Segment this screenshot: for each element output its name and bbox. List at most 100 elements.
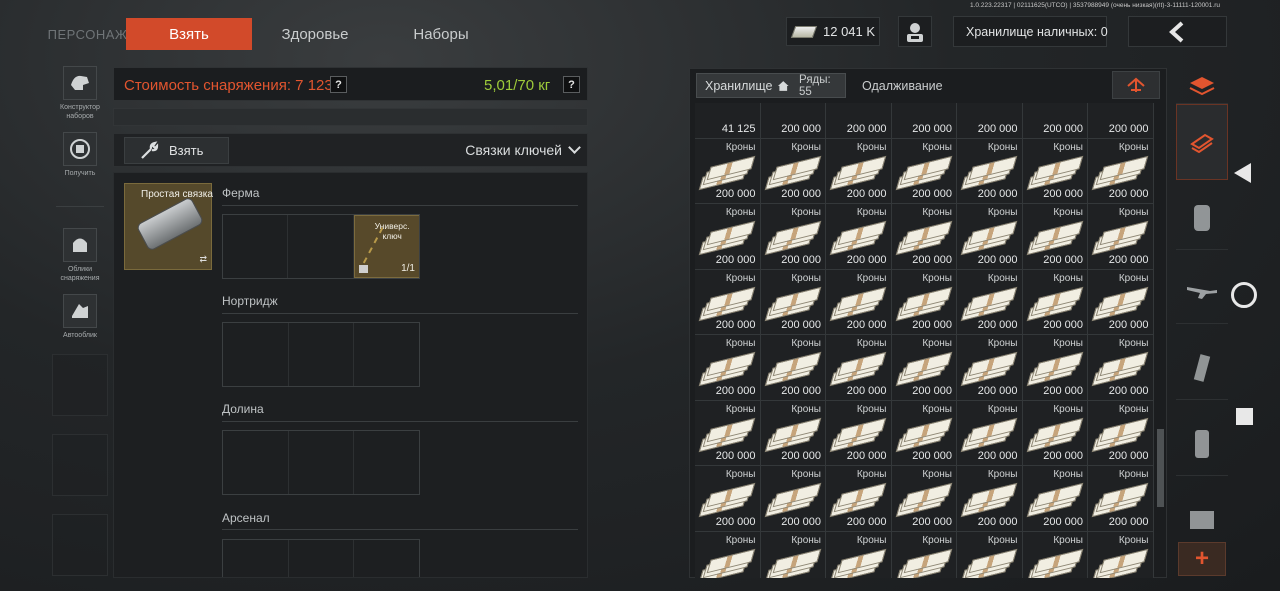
key-slot[interactable]	[289, 431, 355, 494]
storage-cell-crowns[interactable]: Кроны200 000	[1088, 400, 1154, 466]
weight-help-button[interactable]: ?	[563, 76, 580, 93]
storage-cell-crowns[interactable]: Кроны200 000	[695, 138, 761, 204]
storage-cell-crowns[interactable]: Кроны200 000	[760, 138, 826, 204]
storage-cell-crowns[interactable]: Кроны200 000	[1088, 335, 1154, 401]
storage-cell-crowns[interactable]: Кроны200 000	[760, 531, 826, 578]
tab-kits[interactable]: Наборы	[378, 18, 504, 50]
storage-cell-crowns[interactable]: Кроны200 000	[760, 269, 826, 335]
storage-cell-crowns[interactable]: Кроны200 000	[695, 400, 761, 466]
key-slot[interactable]	[354, 323, 419, 386]
storage-cell-crowns[interactable]: Кроны200 000	[826, 335, 892, 401]
rail-receive[interactable]: Получить	[50, 132, 110, 178]
storage-cell-crowns[interactable]: Кроны200 000	[826, 138, 892, 204]
rail-auto-skin[interactable]: Автооблик	[50, 294, 110, 340]
trader-button[interactable]	[898, 16, 932, 47]
key-slot[interactable]	[288, 215, 354, 278]
storage-cell-crowns[interactable]: 200 000	[1022, 103, 1088, 139]
tab-health[interactable]: Здоровье	[252, 18, 378, 50]
storage-cell-crowns[interactable]: Кроны200 000	[891, 138, 957, 204]
storage-cell-crowns[interactable]: Кроны200 000	[957, 204, 1023, 270]
tab-take[interactable]: Взять	[126, 18, 252, 50]
tab-character[interactable]: ПЕРСОНАЖ	[48, 18, 127, 50]
rail-gear-skins[interactable]: Облики снаряжения	[50, 228, 110, 283]
key-slot[interactable]	[289, 323, 355, 386]
sort-button[interactable]	[1112, 71, 1160, 99]
key-slot[interactable]	[223, 431, 289, 494]
back-button[interactable]	[1128, 16, 1227, 47]
cash-storage-button[interactable]: Хранилище наличных: 0	[953, 16, 1108, 47]
storage-cell-crowns[interactable]: Кроны200 000	[826, 531, 892, 578]
storage-cell-crowns[interactable]: Кроны200 000	[826, 400, 892, 466]
take-button[interactable]: Взять	[124, 137, 229, 164]
storage-cell-crowns[interactable]: Кроны200 000	[695, 335, 761, 401]
storage-cell-crowns[interactable]: Кроны200 000	[1088, 531, 1154, 578]
storage-cell-crowns[interactable]: Кроны200 000	[1088, 269, 1154, 335]
tab-borrow[interactable]: Одалживание	[862, 73, 943, 98]
storage-cell-crowns[interactable]: Кроны200 000	[957, 466, 1023, 532]
storage-cell-crowns[interactable]: 200 000	[957, 103, 1023, 139]
storage-cell-crowns[interactable]: Кроны200 000	[1022, 335, 1088, 401]
storage-cell-crowns[interactable]: 200 000	[891, 103, 957, 139]
category-medical[interactable]	[1176, 412, 1228, 476]
keychain-item[interactable]: Простая связка ⇄	[124, 183, 213, 270]
key-slot[interactable]	[223, 323, 289, 386]
android-back-icon[interactable]	[1234, 163, 1251, 183]
storage-cell-crowns[interactable]: 200 000	[760, 103, 826, 139]
storage-cell-crowns[interactable]: Кроны200 000	[1022, 204, 1088, 270]
storage-cell-crowns[interactable]: Кроны200 000	[1088, 204, 1154, 270]
storage-cell-crowns[interactable]: 200 000	[826, 103, 892, 139]
storage-cell-crowns[interactable]: 41 125	[695, 103, 761, 139]
storage-cell-crowns[interactable]: Кроны200 000	[891, 204, 957, 270]
category-armor[interactable]	[1176, 186, 1228, 250]
storage-cell-crowns[interactable]: Кроны200 000	[826, 204, 892, 270]
cost-help-button[interactable]: ?	[330, 76, 347, 93]
storage-cell-crowns[interactable]: Кроны200 000	[695, 531, 761, 578]
add-button[interactable]: +	[1178, 542, 1226, 576]
storage-cell-crowns[interactable]: Кроны200 000	[957, 531, 1023, 578]
android-home-icon[interactable]	[1231, 282, 1257, 308]
storage-cell-crowns[interactable]: Кроны200 000	[826, 269, 892, 335]
rail-kit-builder[interactable]: Конструктор наборов	[50, 66, 110, 121]
android-recents-icon[interactable]	[1236, 408, 1253, 425]
storage-cell-crowns[interactable]: Кроны200 000	[760, 400, 826, 466]
key-slot[interactable]	[289, 540, 355, 577]
storage-cell-crowns[interactable]: Кроны200 000	[891, 400, 957, 466]
category-select[interactable]: Связки ключей	[465, 141, 581, 158]
key-slot[interactable]	[354, 540, 419, 577]
storage-cell-crowns[interactable]: Кроны200 000	[891, 531, 957, 578]
storage-cell-crowns[interactable]: Кроны200 000	[957, 400, 1023, 466]
category-money[interactable]	[1176, 104, 1228, 180]
storage-cell-crowns[interactable]: Кроны200 000	[957, 269, 1023, 335]
storage-cell-crowns[interactable]: Кроны200 000	[891, 335, 957, 401]
storage-cell-crowns[interactable]: Кроны200 000	[760, 466, 826, 532]
cell-amount: 200 000	[1108, 450, 1149, 462]
storage-cell-crowns[interactable]: Кроны200 000	[695, 204, 761, 270]
key-slot[interactable]	[354, 431, 419, 494]
storage-cell-crowns[interactable]: Кроны200 000	[1022, 138, 1088, 204]
storage-scrollbar[interactable]	[1157, 429, 1164, 507]
storage-cell-crowns[interactable]: Кроны200 000	[1022, 531, 1088, 578]
storage-cell-crowns[interactable]: Кроны200 000	[957, 138, 1023, 204]
storage-cell-crowns[interactable]: Кроны200 000	[1088, 138, 1154, 204]
key-slot[interactable]	[223, 540, 289, 577]
key-slot-universal-key[interactable]: Универс. ключ 1/1	[353, 215, 419, 278]
category-weapons[interactable]	[1176, 260, 1228, 324]
storage-cell-crowns[interactable]: Кроны200 000	[957, 335, 1023, 401]
key-slot[interactable]	[223, 215, 289, 278]
storage-cell-crowns[interactable]: Кроны200 000	[826, 466, 892, 532]
storage-cell-crowns[interactable]: Кроны200 000	[891, 466, 957, 532]
category-magazines[interactable]	[1176, 336, 1228, 400]
cell-amount: 200 000	[1108, 319, 1149, 331]
storage-cell-crowns[interactable]: Кроны200 000	[1022, 400, 1088, 466]
storage-cell-crowns[interactable]: Кроны200 000	[1088, 466, 1154, 532]
storage-cell-crowns[interactable]: 200 000	[1088, 103, 1154, 139]
storage-cell-crowns[interactable]: Кроны200 000	[695, 269, 761, 335]
storage-cell-crowns[interactable]: Кроны200 000	[695, 466, 761, 532]
category-all[interactable]	[1176, 68, 1228, 104]
storage-cell-crowns[interactable]: Кроны200 000	[1022, 466, 1088, 532]
storage-cell-crowns[interactable]: Кроны200 000	[1022, 269, 1088, 335]
storage-cell-crowns[interactable]: Кроны200 000	[891, 269, 957, 335]
storage-cell-crowns[interactable]: Кроны200 000	[760, 335, 826, 401]
tab-storage[interactable]: Хранилище Ряды: 55	[696, 73, 846, 98]
storage-cell-crowns[interactable]: Кроны200 000	[760, 204, 826, 270]
